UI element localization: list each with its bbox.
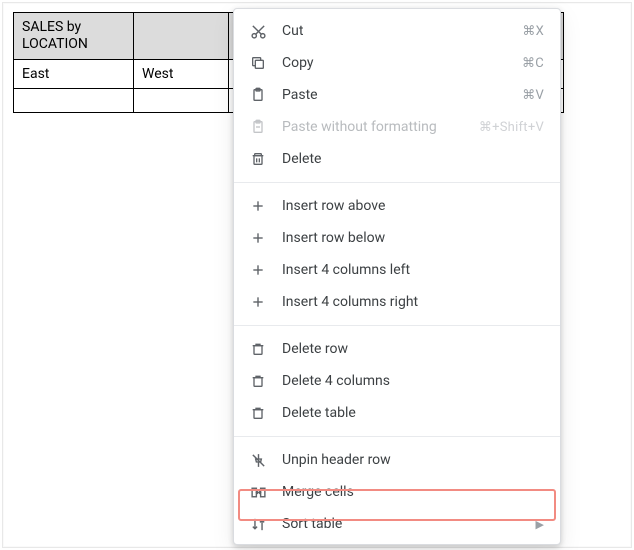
menu-item-label: Delete [282, 151, 544, 167]
table-cell[interactable] [134, 88, 229, 112]
submenu-caret-icon: ▶ [536, 518, 544, 531]
menu-separator [234, 325, 560, 326]
menu-item-copy[interactable]: Copy ⌘C [234, 47, 560, 79]
menu-item-label: Insert row above [282, 198, 544, 214]
menu-item-label: Paste [282, 87, 522, 103]
menu-item-sort-table[interactable]: Sort table ▶ [234, 508, 560, 540]
menu-separator [234, 182, 560, 183]
plus-icon [248, 260, 268, 280]
menu-item-label: Delete 4 columns [282, 373, 544, 389]
plus-icon [248, 228, 268, 248]
delete-icon [248, 149, 268, 169]
menu-shortcut: ⌘C [522, 56, 544, 71]
table-header-label[interactable]: SALES by LOCATION [14, 13, 134, 60]
menu-shortcut: ⌘X [522, 24, 544, 39]
menu-item-insert-columns-left[interactable]: Insert 4 columns left [234, 254, 560, 286]
merge-cells-icon [248, 482, 268, 502]
menu-item-label: Cut [282, 23, 522, 39]
menu-item-delete[interactable]: Delete [234, 143, 560, 175]
menu-item-unpin-header-row[interactable]: Unpin header row [234, 444, 560, 476]
menu-item-merge-cells[interactable]: Merge cells [234, 476, 560, 508]
copy-icon [248, 53, 268, 73]
menu-item-label: Sort table [282, 516, 536, 532]
menu-separator [234, 436, 560, 437]
menu-item-label: Delete row [282, 341, 544, 357]
plus-icon [248, 292, 268, 312]
menu-shortcut: ⌘+Shift+V [479, 120, 544, 135]
plus-icon [248, 196, 268, 216]
menu-item-label: Unpin header row [282, 452, 544, 468]
trash-icon [248, 339, 268, 359]
menu-item-insert-row-above[interactable]: Insert row above [234, 190, 560, 222]
menu-item-cut[interactable]: Cut ⌘X [234, 15, 560, 47]
menu-item-insert-row-below[interactable]: Insert row below [234, 222, 560, 254]
sort-icon [248, 514, 268, 534]
menu-item-label: Merge cells [282, 484, 544, 500]
menu-item-label: Copy [282, 55, 522, 71]
menu-item-label: Paste without formatting [282, 119, 479, 135]
menu-item-delete-columns[interactable]: Delete 4 columns [234, 365, 560, 397]
table-cell[interactable]: West [134, 59, 229, 88]
table-header-cell[interactable] [134, 13, 229, 60]
trash-icon [248, 403, 268, 423]
menu-item-label: Insert row below [282, 230, 544, 246]
paste-plain-icon [248, 117, 268, 137]
menu-item-delete-table[interactable]: Delete table [234, 397, 560, 429]
menu-item-label: Delete table [282, 405, 544, 421]
trash-icon [248, 371, 268, 391]
menu-item-delete-row[interactable]: Delete row [234, 333, 560, 365]
document-area: SALES by LOCATION East West Cut [2, 2, 632, 548]
table-cell[interactable] [14, 88, 134, 112]
context-menu: Cut ⌘X Copy ⌘C Paste ⌘V Paste without fo… [233, 8, 561, 545]
table-cell[interactable]: East [14, 59, 134, 88]
unpin-icon [248, 450, 268, 470]
menu-item-paste[interactable]: Paste ⌘V [234, 79, 560, 111]
menu-item-paste-without-formatting: Paste without formatting ⌘+Shift+V [234, 111, 560, 143]
cut-icon [248, 21, 268, 41]
menu-item-insert-columns-right[interactable]: Insert 4 columns right [234, 286, 560, 318]
menu-item-label: Insert 4 columns right [282, 294, 544, 310]
menu-shortcut: ⌘V [522, 88, 544, 103]
paste-icon [248, 85, 268, 105]
menu-item-label: Insert 4 columns left [282, 262, 544, 278]
